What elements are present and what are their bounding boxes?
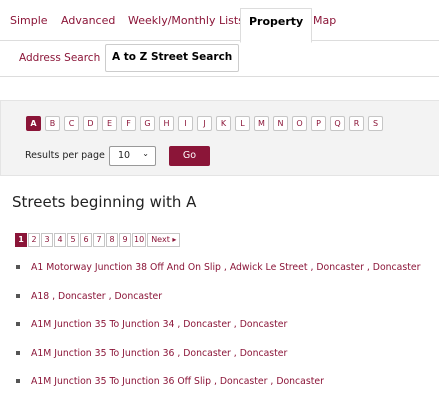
page-3-link[interactable]: 3 <box>41 233 53 247</box>
results-per-page-value: 10 <box>118 150 131 161</box>
main-tabs: Simple Advanced Weekly/Monthly Lists Pro… <box>0 0 439 43</box>
letter-n-link[interactable]: N <box>273 116 288 131</box>
page-heading: Streets beginning with A <box>12 193 197 211</box>
chevron-down-icon: ⌄ <box>142 149 149 158</box>
letter-c-link[interactable]: C <box>64 116 79 131</box>
letter-s-link[interactable]: S <box>368 116 383 131</box>
street-link[interactable]: A1M Junction 35 To Junction 36 , Doncast… <box>31 348 287 359</box>
tab-weekly-monthly-lists[interactable]: Weekly/Monthly Lists <box>128 14 244 27</box>
letter-k-link[interactable]: K <box>216 116 231 131</box>
street-list-item: A18 , Doncaster , Doncaster <box>16 291 420 320</box>
letter-bar: ABCDEFGHIJKLMNOPQRS <box>26 116 387 135</box>
next-page-link[interactable]: Next ▸ <box>147 233 181 247</box>
page-1-link[interactable]: 1 <box>15 233 27 247</box>
letter-a-link[interactable]: A <box>26 116 41 131</box>
letter-e-link[interactable]: E <box>102 116 117 131</box>
street-link[interactable]: A1M Junction 35 To Junction 34 , Doncast… <box>31 319 287 330</box>
street-link[interactable]: A18 , Doncaster , Doncaster <box>31 291 162 302</box>
page-10-link[interactable]: 10 <box>132 233 147 247</box>
letter-g-link[interactable]: G <box>140 116 155 131</box>
letter-h-link[interactable]: H <box>159 116 174 131</box>
page-5-link[interactable]: 5 <box>67 233 79 247</box>
letter-d-link[interactable]: D <box>83 116 98 131</box>
subtab-a-to-z-street-search[interactable]: A to Z Street Search <box>105 44 240 72</box>
page-6-link[interactable]: 6 <box>80 233 92 247</box>
letter-i-link[interactable]: I <box>178 116 193 131</box>
street-list-item: A1 Motorway Junction 38 Off And On Slip … <box>16 262 420 291</box>
bullet-icon <box>16 293 20 298</box>
street-list-item: A1M Junction 35 To Junction 36 , Doncast… <box>16 348 420 377</box>
subtab-address-search[interactable]: Address Search <box>19 52 100 64</box>
letter-p-link[interactable]: P <box>311 116 326 131</box>
results-per-page-select[interactable]: 10 ⌄ <box>109 146 156 166</box>
page-9-link[interactable]: 9 <box>119 233 131 247</box>
a-to-z-filter-panel: ABCDEFGHIJKLMNOPQRS Results per page 10 … <box>0 100 439 176</box>
tab-map[interactable]: Map <box>313 14 336 27</box>
letter-l-link[interactable]: L <box>235 116 250 131</box>
bullet-icon <box>16 379 20 383</box>
tab-property[interactable]: Property <box>240 8 313 43</box>
letter-q-link[interactable]: Q <box>330 116 345 131</box>
bullet-icon <box>16 322 20 326</box>
bullet-icon <box>16 265 20 269</box>
street-list-item: A1M Junction 35 To Junction 34 , Doncast… <box>16 319 420 348</box>
page-8-link[interactable]: 8 <box>106 233 118 247</box>
page-4-link[interactable]: 4 <box>54 233 66 247</box>
bullet-icon <box>16 350 20 355</box>
tab-advanced[interactable]: Advanced <box>61 14 115 27</box>
letter-b-link[interactable]: B <box>45 116 60 131</box>
letter-r-link[interactable]: R <box>349 116 364 131</box>
page-7-link[interactable]: 7 <box>93 233 105 247</box>
letter-j-link[interactable]: J <box>197 116 212 131</box>
pagination: 1 2 3 4 5 6 7 8 9 10 Next ▸ <box>15 233 181 252</box>
tab-simple[interactable]: Simple <box>10 14 48 27</box>
page-2-link[interactable]: 2 <box>28 233 40 247</box>
results-per-page-label: Results per page <box>25 150 105 161</box>
street-link[interactable]: A1M Junction 35 To Junction 36 Off Slip … <box>31 376 324 387</box>
street-link[interactable]: A1 Motorway Junction 38 Off And On Slip … <box>31 262 420 273</box>
letter-o-link[interactable]: O <box>292 116 307 131</box>
street-list: A1 Motorway Junction 38 Off And On Slip … <box>16 262 420 405</box>
street-list-item: A1M Junction 35 To Junction 36 Off Slip … <box>16 376 420 405</box>
letter-f-link[interactable]: F <box>121 116 136 131</box>
go-button[interactable]: Go <box>169 146 210 166</box>
property-subtabs: Address Search A to Z Street Search <box>0 40 439 77</box>
letter-m-link[interactable]: M <box>254 116 269 131</box>
